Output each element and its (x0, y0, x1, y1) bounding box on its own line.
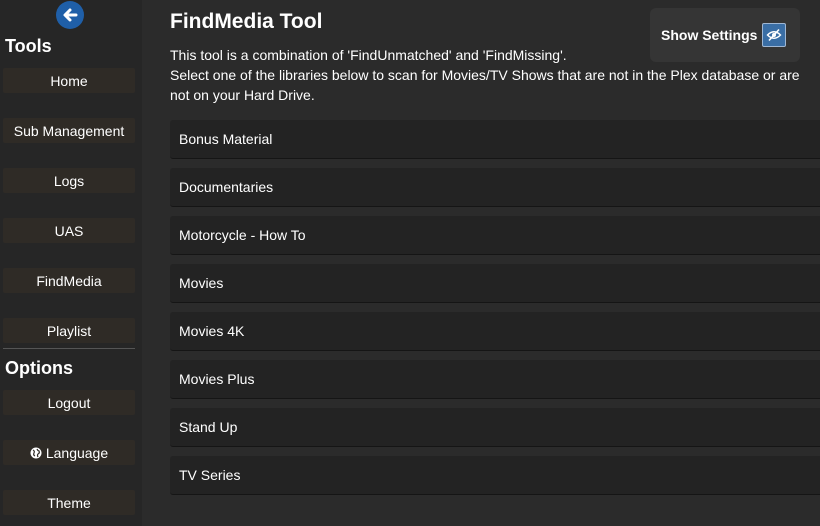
nav-playlist[interactable]: Playlist (3, 318, 135, 343)
library-item[interactable]: TV Series (170, 456, 820, 495)
library-item-label: Movies Plus (179, 371, 255, 387)
nav-logout-label: Logout (47, 394, 91, 411)
library-item[interactable]: Movies 4K (170, 312, 820, 351)
nav-home-label: Home (50, 72, 88, 89)
nav-logs-label: Logs (53, 172, 85, 189)
library-item-label: TV Series (179, 467, 241, 483)
nav-sub-management-label: Sub Management (13, 122, 125, 139)
nav-sub-management[interactable]: Sub Management (3, 118, 135, 143)
nav-logs[interactable]: Logs (3, 168, 135, 193)
show-settings-button[interactable]: Show Settings (650, 8, 800, 62)
nav-uas-label: UAS (54, 222, 84, 239)
library-item-label: Stand Up (179, 419, 238, 435)
library-item-label: Movies 4K (179, 323, 245, 339)
show-settings-label: Show Settings (661, 27, 758, 43)
globe-icon (30, 447, 42, 459)
eye-slash-icon (762, 23, 787, 47)
library-item[interactable]: Movies Plus (170, 360, 820, 399)
nav-theme[interactable]: Theme (3, 490, 135, 515)
library-item-label: Movies (179, 275, 224, 291)
description-line-2: Select one of the libraries below to sca… (170, 67, 800, 103)
library-item[interactable]: Stand Up (170, 408, 820, 447)
page-title: FindMedia Tool (170, 10, 323, 33)
nav-findmedia[interactable]: FindMedia (3, 268, 135, 293)
nav-playlist-label: Playlist (46, 322, 92, 339)
nav-findmedia-label: FindMedia (36, 272, 102, 289)
back-button[interactable] (56, 1, 84, 29)
nav-language-label: Language (45, 444, 109, 461)
library-item[interactable]: Documentaries (170, 168, 820, 207)
library-item-label: Motorcycle - How To (179, 227, 306, 243)
options-heading: Options (5, 358, 73, 378)
sidebar-divider (3, 348, 135, 349)
library-item[interactable]: Motorcycle - How To (170, 216, 820, 255)
nav-language[interactable]: Language (3, 440, 135, 465)
library-item[interactable]: Bonus Material (170, 120, 820, 159)
main-panel: FindMedia Tool This tool is a combinatio… (142, 0, 820, 526)
nav-theme-label: Theme (47, 494, 91, 511)
library-item-label: Bonus Material (179, 131, 273, 147)
nav-logout[interactable]: Logout (3, 390, 135, 415)
tools-heading: Tools (5, 36, 52, 56)
library-item[interactable]: Movies (170, 264, 820, 303)
sidebar: Tools Home Sub Management Logs UAS FindM… (0, 0, 142, 526)
nav-home[interactable]: Home (3, 68, 135, 93)
nav-uas[interactable]: UAS (3, 218, 135, 243)
arrow-left-icon (63, 8, 78, 22)
library-item-label: Documentaries (179, 179, 274, 195)
